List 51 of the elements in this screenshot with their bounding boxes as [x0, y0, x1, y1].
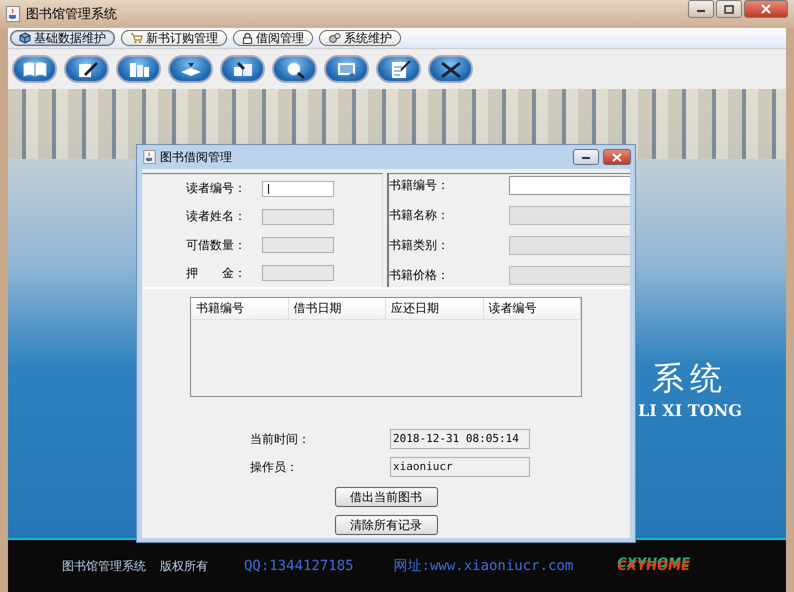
close-icon [760, 4, 772, 14]
gears-icon [328, 32, 341, 44]
column-header[interactable]: 读者编号 [484, 298, 581, 320]
cube-icon [19, 32, 31, 44]
field-label: 书籍类别： [389, 237, 450, 254]
field-label: 书籍价格： [389, 267, 450, 284]
minimize-button[interactable] [688, 0, 714, 18]
field-label: 书籍编号： [389, 177, 450, 194]
coffee-cup-icon [6, 6, 20, 22]
qq-number: QQ:1344127185 [244, 558, 354, 574]
column-header[interactable]: 借书日期 [288, 298, 386, 320]
footer-app-name: 图书馆管理系统 [62, 558, 146, 574]
action-button[interactable]: 清除所有记录 [334, 515, 438, 535]
action-button[interactable]: 借出当前图书 [334, 487, 438, 507]
cart-icon [130, 32, 143, 44]
close-button[interactable] [744, 0, 788, 18]
close-icon [612, 152, 622, 162]
window-title: 图书馆管理系统 [26, 6, 118, 23]
coffee-cup-icon [143, 150, 156, 164]
close-button[interactable] [603, 149, 631, 165]
field-label: 读者编号： [186, 180, 247, 198]
field-label: 书籍名称： [389, 207, 450, 224]
input-field[interactable] [262, 180, 334, 197]
menu-item[interactable]: 基础数据维护 [10, 30, 115, 46]
field-label: 可借数量： [186, 236, 247, 254]
maximize-icon [724, 4, 734, 14]
banner-title: 系统 [652, 358, 728, 399]
field-label: 押 金： [186, 264, 247, 282]
field-label: 读者姓名： [186, 208, 247, 226]
column-header[interactable]: 书籍编号 [191, 298, 288, 320]
toolbar-button[interactable] [376, 55, 421, 83]
input-field[interactable] [509, 176, 630, 195]
maximize-button[interactable] [716, 0, 742, 18]
toolbar-button[interactable] [428, 55, 473, 83]
website-text: 网址:www.xiaoniucr.com [394, 557, 574, 575]
field-label: 操作员： [250, 458, 299, 476]
menu-item[interactable]: 系统维护 [319, 30, 401, 46]
toolbar-button[interactable] [64, 55, 109, 83]
banner-subtitle: LI XI TONG [638, 401, 742, 420]
dialog-title: 图书借阅管理 [160, 148, 233, 166]
copyright-text: 版权所有 [160, 558, 208, 574]
logo: CXYHOME [617, 558, 690, 574]
menu-item[interactable]: 新书订购管理 [121, 30, 227, 46]
menu-item[interactable]: 借阅管理 [233, 30, 313, 46]
minimize-icon [581, 154, 591, 160]
padlock-icon [242, 32, 253, 44]
time-field: 2018-12-31 08:05:14 [390, 429, 530, 449]
minimize-button[interactable] [573, 149, 599, 165]
field-label: 当前时间： [250, 430, 311, 448]
operator-field: xiaoniucr [390, 457, 530, 477]
column-header[interactable]: 应还日期 [386, 298, 484, 320]
